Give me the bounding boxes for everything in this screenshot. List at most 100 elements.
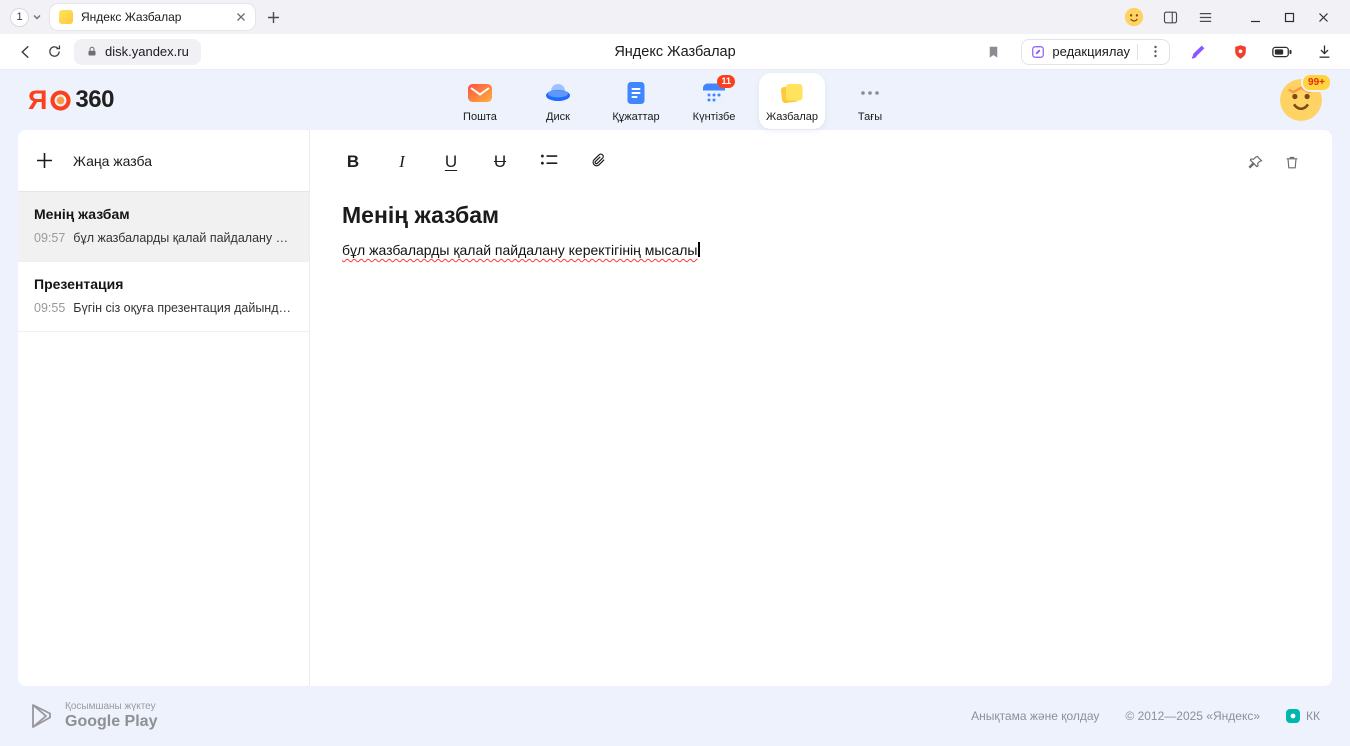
edit-pencil-icon — [1031, 45, 1045, 59]
format-toolbar: B I U U — [342, 130, 1300, 194]
bold-button[interactable]: B — [342, 152, 364, 172]
edit-button-label: редакциялау — [1052, 44, 1130, 59]
plus-icon — [36, 152, 53, 169]
app-footer: Қосымшаны жүктеу Google Play Анықтама жә… — [0, 686, 1350, 746]
tab-close-icon[interactable] — [236, 12, 246, 22]
note-item-time: 09:55 — [34, 301, 65, 315]
footer-links: Анықтама және қолдау © 2012—2025 «Яндекс… — [971, 709, 1320, 723]
note-body-field[interactable]: бұл жазбаларды қалай пайдалану керектігі… — [342, 242, 1300, 258]
mini-avatar[interactable] — [1124, 7, 1144, 27]
language-switcher[interactable]: КК — [1286, 709, 1320, 723]
tab-title: Яндекс Жазбалар — [81, 10, 228, 24]
edit-mode-button[interactable]: редакциялау — [1021, 39, 1170, 65]
note-item-title: Менің жазбам — [34, 206, 293, 222]
nav-label-more: Тағы — [858, 111, 882, 123]
help-support-link[interactable]: Анықтама және қолдау — [971, 709, 1099, 723]
notes-sidebar: Жаңа жазба Менің жазбам 09:57 бұл жазбал… — [18, 130, 310, 686]
panels-icon[interactable] — [1162, 9, 1179, 26]
nav-label-docs: Құжаттар — [612, 111, 659, 123]
more-dots-icon — [860, 90, 880, 96]
tab-group-count[interactable]: 1 — [10, 8, 29, 27]
nav-item-more[interactable]: Тағы — [837, 73, 903, 129]
nav-label-mail: Пошта — [463, 111, 497, 123]
nav-item-notes[interactable]: Жазбалар — [759, 73, 825, 129]
strikethrough-button[interactable]: U — [489, 152, 511, 172]
calendar-badge: 11 — [717, 75, 735, 88]
delete-note-button[interactable] — [1284, 154, 1300, 171]
services-nav: Пошта Диск Құжаттар — [447, 73, 903, 129]
new-note-label: Жаңа жазба — [73, 153, 152, 169]
nav-item-disk[interactable]: Диск — [525, 73, 591, 129]
page-title: Яндекс Жазбалар — [614, 44, 735, 60]
chevron-down-icon — [32, 12, 42, 22]
documents-icon — [623, 80, 649, 106]
nav-label-calendar: Күнтізбе — [693, 111, 736, 123]
disk-icon — [545, 80, 571, 106]
google-play-link[interactable]: Қосымшаны жүктеу Google Play — [30, 701, 157, 731]
text-caret — [698, 242, 700, 257]
logo-360-text: 360 — [75, 86, 114, 114]
logo-emblem-icon — [49, 89, 72, 112]
downloads-icon[interactable] — [1310, 38, 1338, 66]
note-actions — [1247, 154, 1300, 171]
note-item-time: 09:57 — [34, 231, 65, 245]
new-tab-button[interactable] — [267, 11, 280, 24]
tab-group-indicator[interactable]: 1 — [10, 8, 42, 27]
window-controls — [1238, 2, 1340, 32]
note-list-item[interactable]: Менің жазбам 09:57 бұл жазбаларды қалай … — [18, 192, 309, 262]
note-item-snippet: бұл жазбаларды қалай пайдалану ке... — [73, 231, 293, 245]
note-title-field[interactable]: Менің жазбам — [342, 202, 1300, 229]
attach-file-button[interactable] — [587, 151, 609, 174]
language-icon — [1286, 709, 1300, 723]
nav-item-mail[interactable]: Пошта — [447, 73, 513, 129]
logo-ya-letter: Я — [28, 85, 46, 116]
browser-toolbar: disk.yandex.ru Яндекс Жазбалар редакциял… — [0, 34, 1350, 70]
nav-label-notes: Жазбалар — [766, 111, 818, 123]
nav-label-disk: Диск — [546, 111, 570, 123]
nav-item-docs[interactable]: Құжаттар — [603, 73, 669, 129]
tabbar-right-controls — [1124, 2, 1340, 32]
service-header: Я 360 Пошта Диск — [0, 70, 1350, 130]
battery-icon[interactable] — [1268, 38, 1296, 66]
user-avatar[interactable]: 99+ — [1280, 79, 1322, 121]
reload-button[interactable] — [40, 38, 68, 66]
window-maximize-button[interactable] — [1272, 2, 1306, 32]
italic-button[interactable]: I — [391, 152, 413, 172]
yandex-360-logo[interactable]: Я 360 — [28, 85, 114, 116]
note-editor: B I U U — [310, 130, 1332, 686]
notes-icon — [779, 80, 805, 106]
pill-divider — [1137, 44, 1138, 60]
tab-bar: 1 Яндекс Жазбалар — [0, 0, 1350, 34]
bullet-list-button[interactable] — [538, 152, 560, 173]
browser-tab[interactable]: Яндекс Жазбалар — [50, 4, 255, 30]
note-body-text: бұл жазбаларды қалай пайдалану керектігі… — [342, 242, 697, 258]
underline-button[interactable]: U — [440, 152, 462, 172]
bookmark-icon[interactable] — [979, 38, 1007, 66]
window-minimize-button[interactable] — [1238, 2, 1272, 32]
copyright-text: © 2012—2025 «Яндекс» — [1125, 709, 1260, 723]
address-bar[interactable]: disk.yandex.ru — [74, 39, 201, 65]
toolbar-right-controls: редакциялау — [979, 38, 1338, 66]
address-text: disk.yandex.ru — [105, 44, 189, 59]
window-close-button[interactable] — [1306, 2, 1340, 32]
lock-icon — [86, 45, 98, 58]
pin-note-button[interactable] — [1247, 154, 1264, 171]
google-play-icon — [30, 703, 54, 729]
main-area: Жаңа жазба Менің жазбам 09:57 бұл жазбал… — [0, 130, 1350, 686]
pen-tool-icon[interactable] — [1184, 38, 1212, 66]
nav-item-calendar[interactable]: 11 Күнтізбе — [681, 73, 747, 129]
language-code: КК — [1306, 709, 1320, 723]
notes-favicon-icon — [59, 10, 73, 24]
note-item-title: Презентация — [34, 276, 293, 292]
mail-icon — [467, 80, 493, 106]
menu-icon[interactable] — [1197, 9, 1214, 26]
download-caption: Қосымшаны жүктеу — [65, 701, 157, 712]
back-button[interactable] — [12, 38, 40, 66]
note-list-item[interactable]: Презентация 09:55 Бүгін сіз оқуға презен… — [18, 262, 309, 332]
store-name: Google Play — [65, 713, 157, 731]
notes-app-content: Жаңа жазба Менің жазбам 09:57 бұл жазбал… — [18, 130, 1332, 686]
kebab-menu-icon[interactable] — [1145, 42, 1165, 62]
new-note-button[interactable]: Жаңа жазба — [18, 130, 309, 192]
note-item-snippet: Бүгін сіз оқуға презентация дайында... — [73, 301, 293, 315]
shield-protect-icon[interactable] — [1226, 38, 1254, 66]
